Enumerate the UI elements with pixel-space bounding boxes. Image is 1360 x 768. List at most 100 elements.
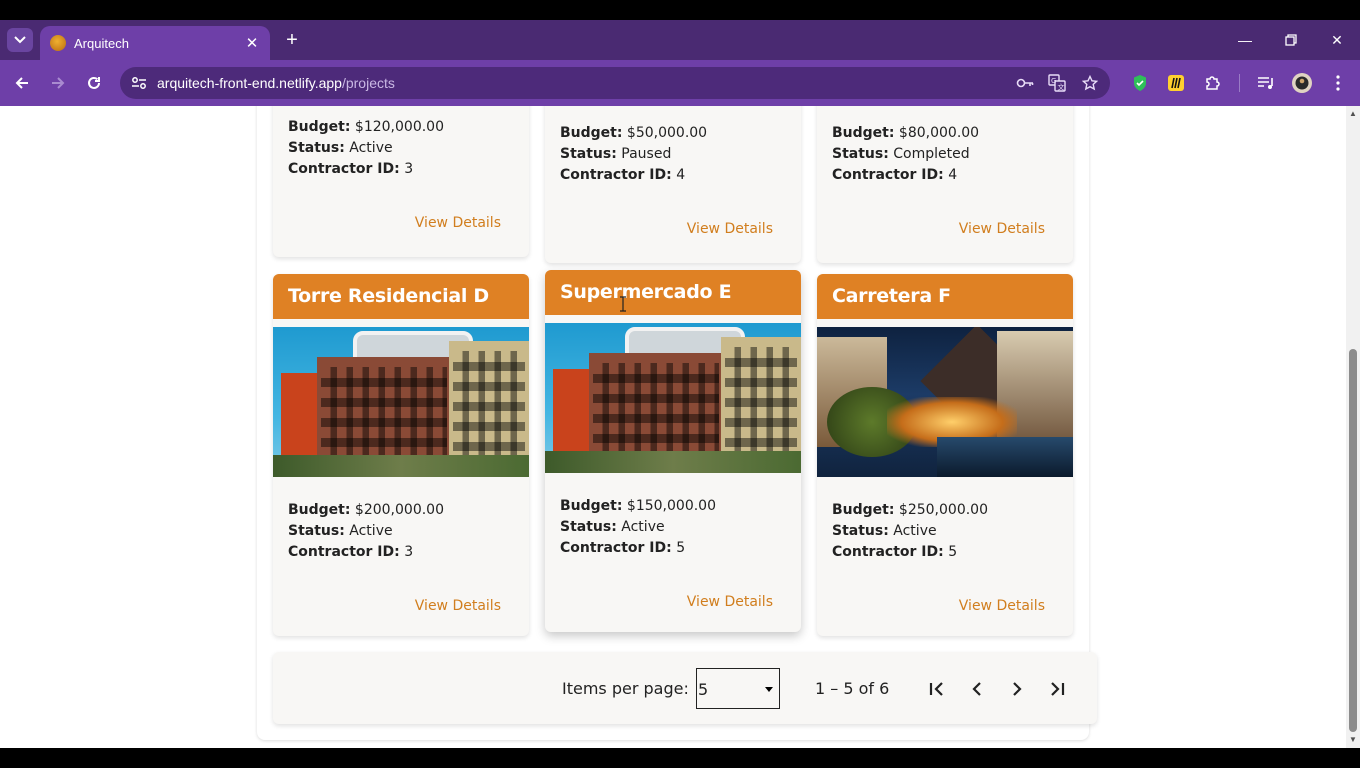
card-info: Budget: $200,000.00 Status: Active Contr… [273, 500, 459, 563]
card-info: Budget: $80,000.00 Status: Completed Con… [817, 123, 994, 186]
translate-icon[interactable]: G文 [1046, 72, 1068, 94]
next-page-button[interactable] [1002, 674, 1032, 704]
items-per-page-label: Items per page: [562, 679, 689, 698]
view-details-link[interactable]: View Details [415, 598, 501, 614]
card-info: Budget: $120,000.00 Status: Active Contr… [273, 117, 459, 180]
card-info: Budget: $50,000.00 Status: Paused Contra… [545, 123, 722, 186]
forward-arrow-icon[interactable] [46, 71, 70, 95]
contractor-id-value: 4 [948, 167, 958, 183]
card-title: Torre Residencial D [273, 274, 529, 319]
contractor-label: Contractor ID: [832, 167, 944, 183]
password-key-icon[interactable] [1014, 72, 1036, 94]
status-value: Paused [621, 146, 672, 162]
budget-value: $200,000.00 [354, 502, 444, 518]
status-label: Status: [832, 523, 889, 539]
budget-label: Budget: [832, 502, 895, 518]
first-page-icon [929, 682, 943, 696]
reload-icon[interactable] [82, 71, 106, 95]
extensions-puzzle-icon[interactable] [1202, 72, 1224, 94]
url-path: /projects [341, 75, 395, 91]
view-details-link[interactable]: View Details [959, 598, 1045, 614]
items-per-page-value: 5 [698, 680, 709, 699]
card-title: Carretera F [817, 274, 1073, 319]
budget-label: Budget: [288, 502, 351, 518]
miro-extension-icon[interactable] [1165, 72, 1187, 94]
view-details-link[interactable]: View Details [687, 221, 773, 237]
scroll-down-arrow-icon[interactable]: ▼ [1349, 736, 1357, 744]
first-page-button[interactable] [922, 674, 952, 704]
project-card: Budget: $50,000.00 Status: Paused Contra… [545, 106, 801, 263]
last-page-icon [1051, 682, 1065, 696]
page-range-label: 1 – 5 of 6 [815, 679, 890, 698]
tab-search-button[interactable] [7, 28, 33, 52]
contractor-label: Contractor ID: [288, 161, 400, 177]
close-window-icon[interactable]: ✕ [1322, 28, 1352, 52]
last-page-button[interactable] [1042, 674, 1072, 704]
contractor-id-value: 5 [948, 544, 958, 560]
shield-extension-icon[interactable] [1129, 72, 1151, 94]
bookmark-star-icon[interactable] [1079, 72, 1101, 94]
project-card: Torre Residencial D Budget: $200,000.00 … [273, 274, 529, 636]
contractor-label: Contractor ID: [560, 167, 672, 183]
profile-avatar-icon[interactable] [1291, 72, 1313, 94]
dropdown-caret-icon [765, 687, 773, 692]
status-label: Status: [832, 146, 889, 162]
card-info: Budget: $250,000.00 Status: Active Contr… [817, 500, 1003, 563]
tab-close-icon[interactable]: ✕ [244, 35, 260, 52]
contractor-label: Contractor ID: [288, 544, 400, 560]
project-card: Budget: $80,000.00 Status: Completed Con… [817, 106, 1073, 263]
project-card[interactable]: Supermercado E Budget: $150,000.00 Statu… [545, 270, 801, 632]
contractor-id-value: 3 [404, 161, 414, 177]
project-card: Budget: $120,000.00 Status: Active Contr… [273, 106, 529, 257]
budget-label: Budget: [560, 125, 623, 141]
status-label: Status: [288, 140, 345, 156]
browser-toolbar: arquitech-front-end.netlify.app/projects… [0, 60, 1360, 106]
budget-value: $50,000.00 [626, 125, 708, 141]
status-value: Active [349, 140, 393, 156]
project-image-building [545, 323, 801, 473]
budget-value: $250,000.00 [898, 502, 988, 518]
project-image-building [273, 327, 529, 477]
site-info-icon[interactable] [128, 72, 150, 94]
browser-tab[interactable]: Arquitech ✕ [40, 26, 270, 60]
status-value: Completed [893, 146, 970, 162]
project-card: Carretera F Budget: $250,000.00 Status: … [817, 274, 1073, 636]
media-control-icon[interactable] [1255, 72, 1277, 94]
page-scrollbar[interactable]: ▲ ▼ [1346, 106, 1360, 748]
items-per-page-select[interactable]: 5 [696, 668, 780, 709]
address-bar[interactable]: arquitech-front-end.netlify.app/projects… [120, 67, 1110, 99]
scrollbar-thumb[interactable] [1349, 349, 1357, 732]
view-details-link[interactable]: View Details [415, 215, 501, 231]
view-details-link[interactable]: View Details [687, 594, 773, 610]
contractor-id-value: 4 [676, 167, 686, 183]
contractor-id-value: 3 [404, 544, 414, 560]
contractor-label: Contractor ID: [832, 544, 944, 560]
scroll-up-arrow-icon[interactable]: ▲ [1349, 110, 1357, 118]
view-details-link[interactable]: View Details [959, 221, 1045, 237]
budget-label: Budget: [560, 498, 623, 514]
paginator: Items per page: 5 1 – 5 of 6 [273, 652, 1097, 724]
status-label: Status: [288, 523, 345, 539]
previous-page-button[interactable] [962, 674, 992, 704]
screen-bottom-bar [0, 748, 1360, 768]
tab-title: Arquitech [74, 35, 129, 51]
svg-text:文: 文 [1058, 83, 1065, 92]
restore-icon[interactable] [1276, 28, 1306, 52]
card-title: Supermercado E [545, 270, 801, 315]
screen-top-bar [0, 0, 1360, 20]
toolbar-divider [1239, 74, 1240, 92]
browser-menu-icon[interactable] [1327, 72, 1349, 94]
minimize-icon[interactable]: — [1230, 28, 1260, 52]
contractor-id-value: 5 [676, 540, 686, 556]
back-arrow-icon[interactable] [10, 71, 34, 95]
status-value: Active [893, 523, 937, 539]
chevron-right-icon [1013, 682, 1022, 696]
status-value: Active [349, 523, 393, 539]
new-tab-button[interactable]: + [281, 29, 303, 51]
url-host: arquitech-front-end.netlify.app [157, 75, 342, 91]
contractor-label: Contractor ID: [560, 540, 672, 556]
svg-text:G: G [1051, 77, 1056, 85]
url-text: arquitech-front-end.netlify.app/projects [157, 75, 395, 91]
budget-label: Budget: [288, 119, 351, 135]
project-image-canal [817, 327, 1073, 477]
